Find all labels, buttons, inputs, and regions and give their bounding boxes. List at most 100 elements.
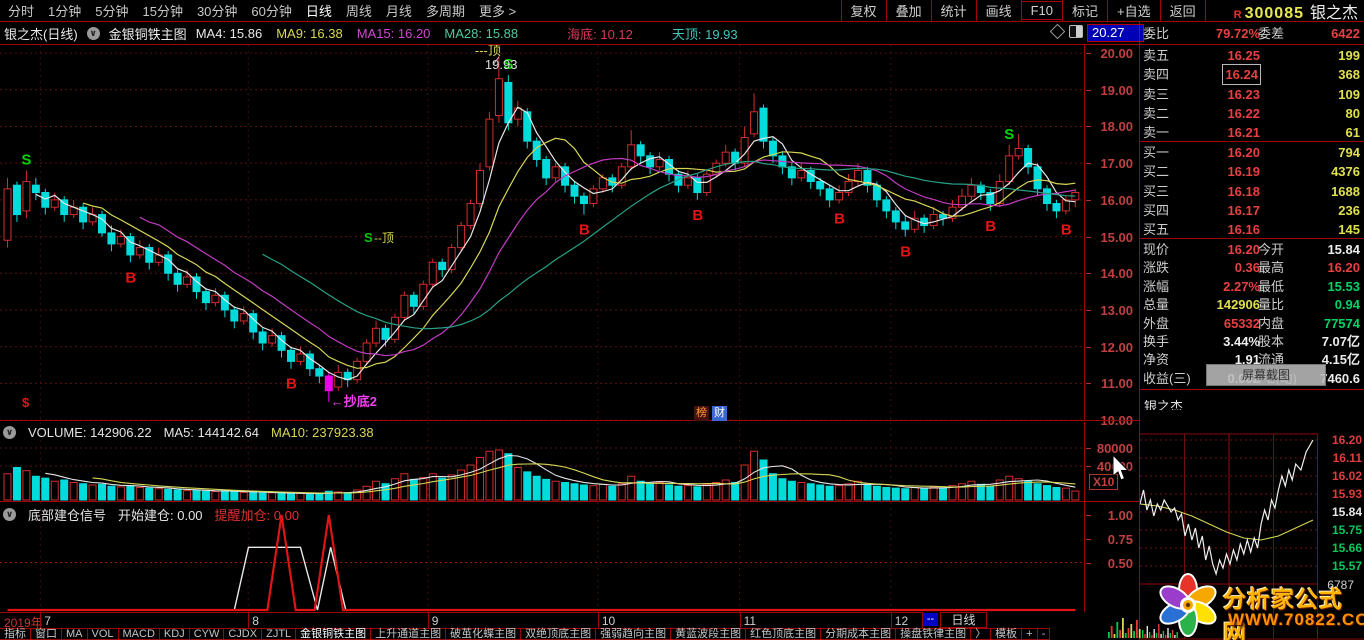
- order-price[interactable]: 16.18: [1227, 182, 1260, 201]
- toolbar-button[interactable]: 标记: [1062, 0, 1108, 22]
- toolbar-button[interactable]: +自选: [1107, 0, 1161, 22]
- order-price[interactable]: 16.23: [1227, 85, 1260, 104]
- order-price[interactable]: 16.21: [1227, 123, 1260, 142]
- cai-badge[interactable]: 财: [712, 406, 727, 421]
- period-tab-daily[interactable]: 日线: [940, 612, 987, 628]
- period-item[interactable]: 15分钟: [142, 1, 182, 20]
- period-item[interactable]: 月线: [386, 1, 412, 20]
- period-item[interactable]: 多周期: [426, 1, 465, 20]
- date-axis[interactable]: 2019年 789101112: [0, 612, 923, 629]
- order-row[interactable]: 买五16.16145: [1140, 220, 1364, 239]
- panel-toggle-icon[interactable]: [1069, 25, 1083, 38]
- weicha-label: 委差: [1258, 24, 1284, 43]
- order-price[interactable]: 16.16: [1227, 220, 1260, 239]
- period-item[interactable]: 日线: [306, 1, 332, 20]
- month-tick: [248, 613, 249, 628]
- tick-dash: [1086, 448, 1091, 449]
- toolbar-button[interactable]: 统计: [931, 0, 977, 22]
- period-item[interactable]: 周线: [346, 1, 372, 20]
- svg-text:15.66: 15.66: [1332, 541, 1362, 555]
- stat-label: 今开: [1258, 241, 1284, 259]
- toolbar-button[interactable]: 叠加: [886, 0, 932, 22]
- order-price[interactable]: 16.24: [1223, 65, 1260, 84]
- indicator-tab[interactable]: MA: [61, 628, 88, 640]
- month-tick: [740, 613, 741, 628]
- diamond-icon[interactable]: [1050, 24, 1066, 40]
- order-row[interactable]: 买三16.181688: [1140, 182, 1364, 201]
- order-row[interactable]: 卖四16.24368: [1140, 65, 1364, 84]
- indicator-tab[interactable]: 强弱趋向主图: [595, 628, 671, 640]
- order-price[interactable]: 16.25: [1227, 46, 1260, 65]
- indicator-name[interactable]: 金银铜铁主图: [109, 24, 187, 43]
- logo-site-url: WWW.70822.COM: [1228, 610, 1364, 630]
- indicator-tab[interactable]: MACD: [118, 628, 160, 640]
- period-item[interactable]: 60分钟: [251, 1, 291, 20]
- toolbar-button[interactable]: 画线: [976, 0, 1022, 22]
- indicator-tab[interactable]: 指标: [0, 628, 31, 640]
- price-tick: 15.00: [1100, 230, 1133, 245]
- order-row[interactable]: 卖三16.23109: [1140, 85, 1364, 104]
- period-item[interactable]: 分时: [8, 1, 34, 20]
- order-row[interactable]: 买一16.20794: [1140, 143, 1364, 162]
- period-item[interactable]: 1分钟: [48, 1, 81, 20]
- svg-text:B: B: [834, 211, 845, 228]
- indicator-tab[interactable]: 操盘铁律主图: [895, 628, 971, 640]
- order-row[interactable]: 卖五16.25199: [1140, 46, 1364, 65]
- order-price[interactable]: 16.20: [1227, 143, 1260, 162]
- order-volume: 1688: [1331, 182, 1360, 201]
- order-level-label: 卖二: [1143, 104, 1169, 123]
- order-price[interactable]: 16.17: [1227, 201, 1260, 220]
- stat-label: 换手: [1143, 333, 1169, 351]
- chevron-down-icon[interactable]: ∨: [3, 426, 16, 439]
- period-item[interactable]: 5分钟: [95, 1, 128, 20]
- period-item[interactable]: 30分钟: [197, 1, 237, 20]
- volume-tick: 80000: [1097, 441, 1133, 456]
- main-volume-divider: [0, 420, 1140, 421]
- indicator-tab[interactable]: 双绝顶底主图: [520, 628, 596, 640]
- indicator-tab[interactable]: CYW: [189, 628, 225, 640]
- bang-badge[interactable]: 榜: [694, 406, 709, 421]
- tick-dash: [1086, 237, 1091, 238]
- stat-value: 0.36: [1235, 259, 1260, 277]
- indicator-tab[interactable]: 黄蓝波段主图: [670, 628, 746, 640]
- order-price[interactable]: 16.22: [1227, 104, 1260, 123]
- indicator-tab[interactable]: 上升通道主图: [370, 628, 446, 640]
- main-candlestick-chart[interactable]: SSSBBBBBBBB---顶19.93S--顶←抄底2$: [0, 45, 1085, 420]
- period-item[interactable]: 更多 >: [479, 1, 516, 20]
- toolbar-button[interactable]: 返回: [1160, 0, 1206, 22]
- indicator-tab[interactable]: 模板: [990, 628, 1022, 640]
- stat-label: 涨跌: [1143, 259, 1169, 277]
- order-price[interactable]: 16.19: [1227, 162, 1260, 181]
- panel-divider: [1140, 238, 1364, 239]
- indicator-tab[interactable]: 金银铜铁主图: [295, 628, 371, 640]
- stat-value: 77574: [1324, 315, 1360, 333]
- indicator-tab[interactable]: KDJ: [159, 628, 190, 640]
- toolbar-button[interactable]: 复权: [841, 0, 887, 22]
- indicator-tab[interactable]: 破茧化蝶主图: [445, 628, 521, 640]
- stat-label: 现价: [1143, 241, 1169, 259]
- indicator-tab[interactable]: 分期成本主图: [820, 628, 896, 640]
- toolbar-button[interactable]: F10: [1021, 1, 1063, 20]
- indicator-tab[interactable]: +: [1021, 628, 1037, 640]
- tick-dash: [1086, 515, 1091, 516]
- indicator-tab[interactable]: -: [1037, 628, 1051, 640]
- order-row[interactable]: 卖一16.2161: [1140, 123, 1364, 142]
- chevron-down-icon[interactable]: ∨: [87, 27, 100, 40]
- indicator-tab[interactable]: CJDX: [223, 628, 262, 640]
- month-label: 7: [44, 614, 51, 628]
- indicator-tab[interactable]: VOL: [87, 628, 119, 640]
- order-row[interactable]: 买四16.17236: [1140, 201, 1364, 220]
- price-tick: 13.00: [1100, 303, 1133, 318]
- svg-text:B: B: [286, 376, 297, 393]
- chevron-down-icon[interactable]: ∨: [3, 508, 16, 521]
- indicator-tab[interactable]: 窗口: [30, 628, 62, 640]
- order-row[interactable]: 买二16.194376: [1140, 162, 1364, 181]
- indicator-tab[interactable]: 〉: [970, 628, 991, 640]
- svg-text:15.84: 15.84: [1332, 505, 1362, 519]
- indicator-tab[interactable]: 红色顶底主图: [745, 628, 821, 640]
- indicator-tab[interactable]: ZJTL: [261, 628, 296, 640]
- svg-text:B: B: [985, 218, 996, 235]
- axis-more-box[interactable]: --: [923, 613, 938, 626]
- top-menu-bar: 分时 1分钟 5分钟 15分钟 30分钟 60分钟日线周线月线多周期更多 > 复权叠加统计…: [0, 0, 1364, 21]
- order-row[interactable]: 卖二16.2280: [1140, 104, 1364, 123]
